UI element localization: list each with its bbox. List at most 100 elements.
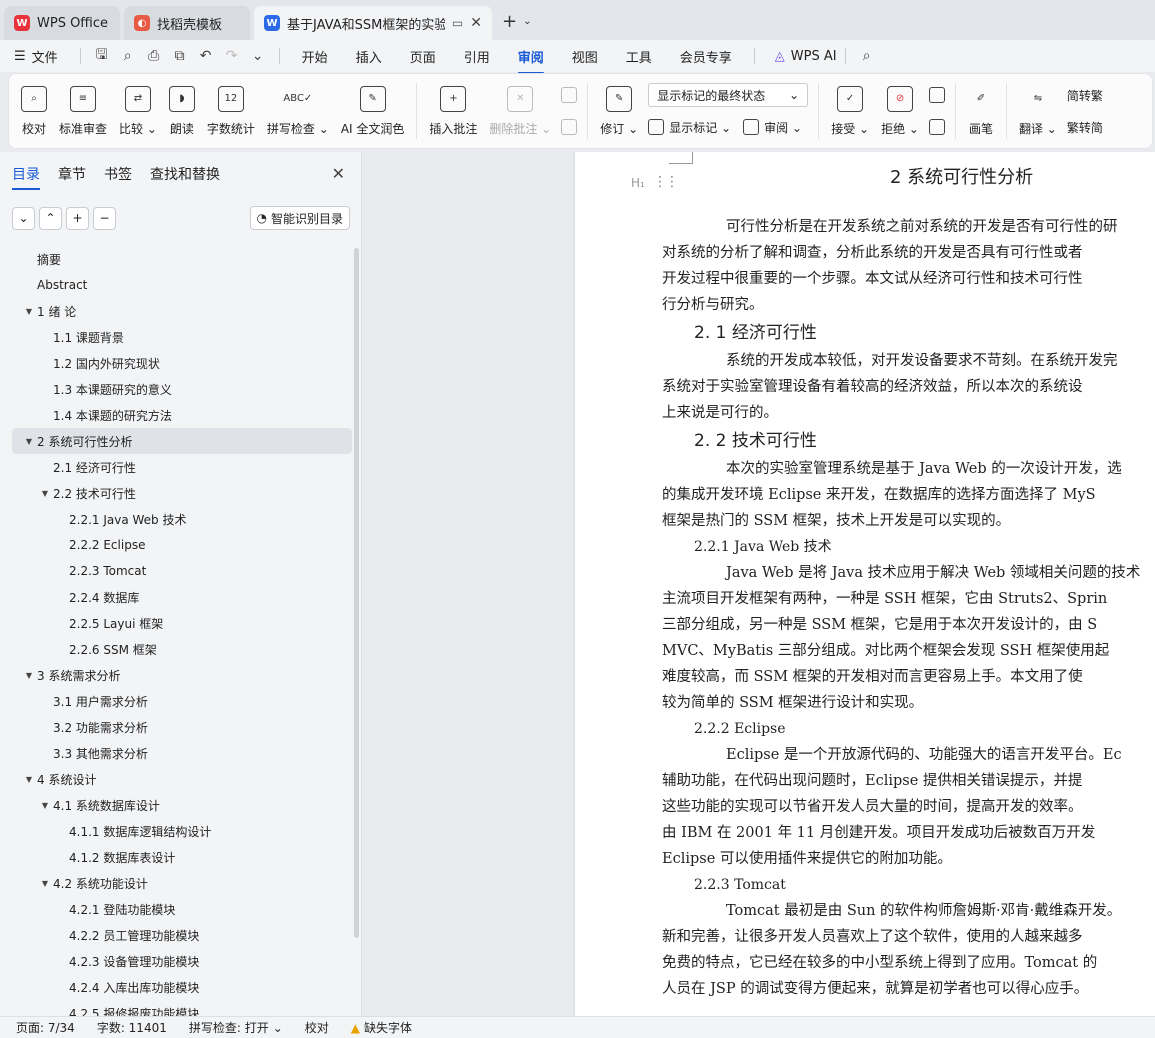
ai-polish-button[interactable]: ✎ AI 全文润色 [335,79,411,143]
delete-comment-button[interactable]: ✕ 删除批注 ⌄ [483,79,557,143]
toc-item[interactable]: 1.3 本课题研究的意义 [12,376,352,402]
toc-item[interactable]: 4.2.5 报修报废功能模块 [12,1000,352,1017]
spell-check-button[interactable]: ABC✓ 拼写检查 ⌄ [261,79,335,143]
show-markup-button[interactable]: 显示标记 ⌄ [648,115,731,139]
toc-item[interactable]: 2.2.3 Tomcat [12,558,352,584]
file-menu[interactable]: ☰ 文件 [14,47,58,66]
prev-comment-button[interactable] [561,83,578,107]
menu-tools[interactable]: 工具 [626,41,652,72]
chevron-down-icon[interactable]: ⌄ [523,16,531,27]
wps-ai-button[interactable]: ◬ WPS AI [775,49,837,64]
toc-item[interactable]: 2.2.6 SSM 框架 [12,636,352,662]
prev-change-button[interactable] [928,83,945,107]
print-preview-icon[interactable]: ⧉ [167,48,193,64]
menu-page[interactable]: 页面 [410,41,436,72]
page-indicator[interactable]: 页面: 7/34 [16,1019,75,1036]
document-content[interactable]: 2 系统可行性分析 可行性分析是在开发系统之前对系统的开发是否有可行性的研 对系统… [662,162,1155,1002]
format-painter-icon[interactable]: ⌕ [115,48,141,64]
toc-item[interactable]: 1.2 国内外研究现状 [12,350,352,376]
menu-member[interactable]: 会员专享 [680,41,732,72]
toc-item[interactable]: 2.1 经济可行性 [12,454,352,480]
toc-scrollbar[interactable] [354,248,359,938]
collapse-arrow-icon[interactable]: ▼ [22,671,36,680]
toc-item[interactable]: ▼ 1 绪 论 [12,298,352,324]
toc-item[interactable]: 3.3 其他需求分析 [12,740,352,766]
plus-icon[interactable]: + [66,206,89,230]
toc-item[interactable]: 2.2.1 Java Web 技术 [12,506,352,532]
tab-toc[interactable]: 目录 [12,154,40,194]
close-tab-icon[interactable]: ✕ [470,15,482,31]
proof-status[interactable]: 校对 [305,1019,329,1036]
toc-item[interactable]: ▼ 4 系统设计 [12,766,352,792]
monitor-icon[interactable]: ▭ [452,16,463,30]
missing-font-status[interactable]: ▲ 缺失字体 [351,1019,412,1036]
compare-button[interactable]: ⇄ 比较 ⌄ [113,79,163,143]
toc-item[interactable]: ▼ 2.2 技术可行性 [12,480,352,506]
smart-toc-button[interactable]: ◔ 智能识别目录 [249,206,350,230]
toc-item[interactable]: 4.1.1 数据库逻辑结构设计 [12,818,352,844]
menu-insert[interactable]: 插入 [356,41,382,72]
insert-comment-button[interactable]: + 插入批注 [423,79,483,143]
pen-button[interactable]: ✐ 画笔 [962,79,1000,143]
toc-item[interactable]: 4.2.1 登陆功能模块 [12,896,352,922]
to-traditional-button[interactable]: 简转繁 [1067,83,1103,107]
toc-item[interactable]: Abstract [12,272,352,298]
chevron-down-icon[interactable]: ⌄ [12,206,35,230]
toc-item[interactable]: ▼ 3 系统需求分析 [12,662,352,688]
word-count-indicator[interactable]: 字数: 11401 [97,1019,167,1036]
toc-item[interactable]: 4.2.3 设备管理功能模块 [12,948,352,974]
tab-daoke-template[interactable]: ◐ 找稻壳模板 [124,6,250,40]
menu-reference[interactable]: 引用 [464,41,490,72]
redo-icon[interactable]: ↷ [219,48,245,64]
track-changes-button[interactable]: ✎ 修订 ⌄ [594,79,644,143]
new-tab-button[interactable]: + ⌄ [502,11,531,32]
read-aloud-button[interactable]: ◗ 朗读 [163,79,201,143]
reject-button[interactable]: ⊘ 拒绝 ⌄ [875,79,925,143]
document-page[interactable]: H₁ ⋮⋮ 2 系统可行性分析 可行性分析是在开发系统之前对系统的开发是否有可行… [575,152,1155,1016]
collapse-arrow-icon[interactable]: ▼ [38,879,52,888]
menu-view[interactable]: 视图 [572,41,598,72]
toc-item[interactable]: ▼ 2 系统可行性分析 [12,428,352,454]
word-count-button[interactable]: 12 字数统计 [201,79,261,143]
collapse-arrow-icon[interactable]: ▼ [22,307,36,316]
toc-item[interactable]: 4.2.4 入库出库功能模块 [12,974,352,1000]
tab-document[interactable]: W 基于JAVA和SSM框架的实验室 ▭ ✕ [254,6,492,40]
toc-item[interactable]: 2.2.4 数据库 [12,584,352,610]
standard-review-button[interactable]: ≡ 标准审查 [53,79,113,143]
minus-icon[interactable]: − [93,206,116,230]
translate-button[interactable]: ⇋ 翻译 ⌄ [1013,79,1063,143]
to-simplified-button[interactable]: 繁转简 [1067,115,1103,139]
tab-find-replace[interactable]: 查找和替换 [150,154,220,194]
tab-chapters[interactable]: 章节 [58,154,86,194]
save-icon[interactable]: 🖫 [89,44,115,68]
toc-item[interactable]: 1.1 课题背景 [12,324,352,350]
menu-start[interactable]: 开始 [302,41,328,72]
next-change-button[interactable] [928,115,945,139]
spell-check-status[interactable]: 拼写检查: 打开 ⌄ [189,1019,283,1036]
chevron-up-icon[interactable]: ⌃ [39,206,62,230]
next-comment-button[interactable] [561,115,578,139]
collapse-arrow-icon[interactable]: ▼ [38,489,52,498]
display-mode-select[interactable]: 显示标记的最终状态 ⌄ [648,83,809,107]
toc-item[interactable]: ▼ 4.2 系统功能设计 [12,870,352,896]
toc-item[interactable]: 2.2.5 Layui 框架 [12,610,352,636]
menu-review[interactable]: 审阅 [517,41,544,74]
toc-item[interactable]: ▼ 4.1 系统数据库设计 [12,792,352,818]
tab-wps-office[interactable]: W WPS Office [4,6,120,40]
review-pane-button[interactable]: 审阅 ⌄ [743,115,802,139]
close-icon[interactable]: ✕ [332,164,345,183]
plus-icon[interactable]: + [502,11,517,32]
toc-item[interactable]: 2.2.2 Eclipse [12,532,352,558]
collapse-arrow-icon[interactable]: ▼ [22,775,36,784]
accept-button[interactable]: ✓ 接受 ⌄ [825,79,875,143]
toc-item[interactable]: 4.2.2 员工管理功能模块 [12,922,352,948]
print-icon[interactable]: ⎙ [141,48,167,64]
tab-bookmarks[interactable]: 书签 [104,154,132,194]
toc-item[interactable]: 4.1.2 数据库表设计 [12,844,352,870]
toc-item[interactable]: 1.4 本课题的研究方法 [12,402,352,428]
drag-handle-icon[interactable]: ⋮⋮ [653,174,679,190]
collapse-arrow-icon[interactable]: ▼ [22,437,36,446]
collapse-arrow-icon[interactable]: ▼ [38,801,52,810]
toc-item[interactable]: 3.1 用户需求分析 [12,688,352,714]
toc-item[interactable]: 3.2 功能需求分析 [12,714,352,740]
